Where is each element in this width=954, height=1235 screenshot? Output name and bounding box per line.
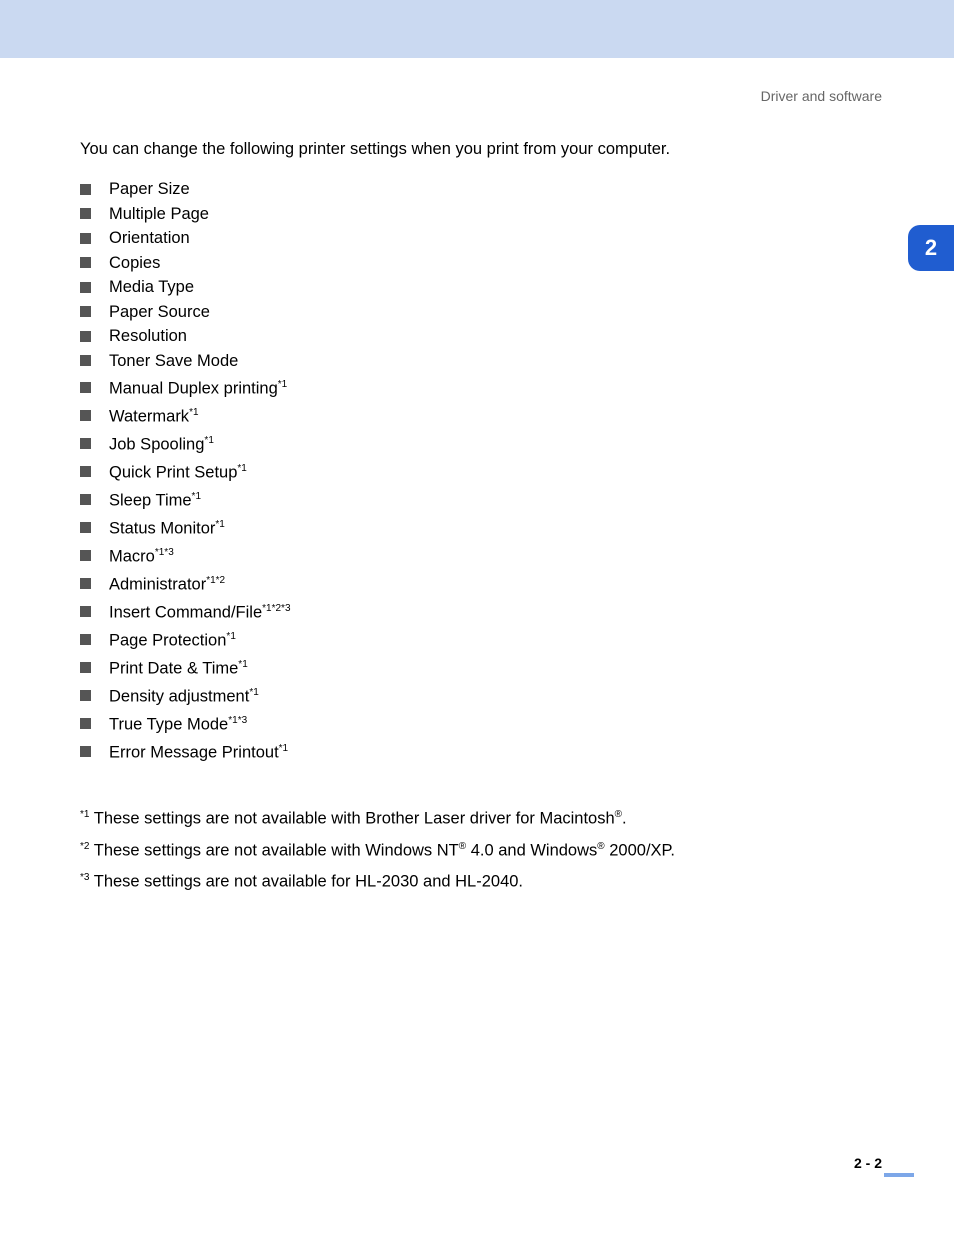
- list-item: Copies: [80, 251, 864, 276]
- square-bullet-icon: [80, 306, 91, 317]
- list-item-label: Administrator*1*2: [109, 569, 225, 597]
- list-item-label: Sleep Time*1: [109, 485, 201, 513]
- square-bullet-icon: [80, 522, 91, 533]
- square-bullet-icon: [80, 355, 91, 366]
- list-item-label: Paper Source: [109, 300, 210, 325]
- square-bullet-icon: [80, 208, 91, 219]
- footnotes: *1 These settings are not available with…: [80, 801, 864, 896]
- main-content: You can change the following printer set…: [80, 140, 864, 896]
- list-item-label: Error Message Printout*1: [109, 737, 288, 765]
- list-item: Print Date & Time*1: [80, 653, 864, 681]
- square-bullet-icon: [80, 282, 91, 293]
- square-bullet-icon: [80, 634, 91, 645]
- square-bullet-icon: [80, 550, 91, 561]
- list-item: Sleep Time*1: [80, 485, 864, 513]
- list-item-label: Page Protection*1: [109, 625, 236, 653]
- list-item-label: Print Date & Time*1: [109, 653, 248, 681]
- list-item-label: Copies: [109, 251, 160, 276]
- list-item-label: Watermark*1: [109, 401, 199, 429]
- footnote: *3 These settings are not available for …: [80, 864, 864, 896]
- chapter-tab: 2: [908, 225, 954, 271]
- list-item: Status Monitor*1: [80, 513, 864, 541]
- list-item-label: Job Spooling*1: [109, 429, 214, 457]
- list-item: Media Type: [80, 275, 864, 300]
- list-item-label: Macro*1*3: [109, 541, 174, 569]
- square-bullet-icon: [80, 466, 91, 477]
- page-header: Driver and software: [761, 88, 882, 104]
- list-item-label: Insert Command/File*1*2*3: [109, 597, 291, 625]
- square-bullet-icon: [80, 233, 91, 244]
- square-bullet-icon: [80, 438, 91, 449]
- top-band: [0, 0, 954, 58]
- page-number: 2 - 2: [854, 1155, 882, 1171]
- list-item-label: True Type Mode*1*3: [109, 709, 247, 737]
- square-bullet-icon: [80, 746, 91, 757]
- list-item-label: Quick Print Setup*1: [109, 457, 247, 485]
- square-bullet-icon: [80, 662, 91, 673]
- list-item: Watermark*1: [80, 401, 864, 429]
- list-item-label: Status Monitor*1: [109, 513, 225, 541]
- footnote: *1 These settings are not available with…: [80, 801, 864, 833]
- list-item: Resolution: [80, 324, 864, 349]
- square-bullet-icon: [80, 257, 91, 268]
- list-item: Macro*1*3: [80, 541, 864, 569]
- list-item-label: Paper Size: [109, 177, 190, 202]
- list-item: Job Spooling*1: [80, 429, 864, 457]
- square-bullet-icon: [80, 718, 91, 729]
- list-item: Error Message Printout*1: [80, 737, 864, 765]
- square-bullet-icon: [80, 690, 91, 701]
- list-item: Toner Save Mode: [80, 349, 864, 374]
- list-item-label: Media Type: [109, 275, 194, 300]
- list-item-label: Resolution: [109, 324, 187, 349]
- list-item: Administrator*1*2: [80, 569, 864, 597]
- footnote: *2 These settings are not available with…: [80, 833, 864, 865]
- list-item: Page Protection*1: [80, 625, 864, 653]
- settings-list: Paper SizeMultiple PageOrientationCopies…: [80, 177, 864, 765]
- list-item: Insert Command/File*1*2*3: [80, 597, 864, 625]
- list-item: Quick Print Setup*1: [80, 457, 864, 485]
- list-item-label: Density adjustment*1: [109, 681, 259, 709]
- list-item: Paper Size: [80, 177, 864, 202]
- square-bullet-icon: [80, 331, 91, 342]
- square-bullet-icon: [80, 184, 91, 195]
- square-bullet-icon: [80, 382, 91, 393]
- list-item: Orientation: [80, 226, 864, 251]
- square-bullet-icon: [80, 606, 91, 617]
- square-bullet-icon: [80, 578, 91, 589]
- list-item: True Type Mode*1*3: [80, 709, 864, 737]
- list-item-label: Multiple Page: [109, 202, 209, 227]
- list-item: Manual Duplex printing*1: [80, 373, 864, 401]
- intro-text: You can change the following printer set…: [80, 140, 864, 159]
- square-bullet-icon: [80, 410, 91, 421]
- list-item-label: Toner Save Mode: [109, 349, 238, 374]
- list-item: Multiple Page: [80, 202, 864, 227]
- list-item-label: Manual Duplex printing*1: [109, 373, 287, 401]
- page-number-underline: [884, 1173, 914, 1177]
- square-bullet-icon: [80, 494, 91, 505]
- list-item: Density adjustment*1: [80, 681, 864, 709]
- list-item: Paper Source: [80, 300, 864, 325]
- list-item-label: Orientation: [109, 226, 190, 251]
